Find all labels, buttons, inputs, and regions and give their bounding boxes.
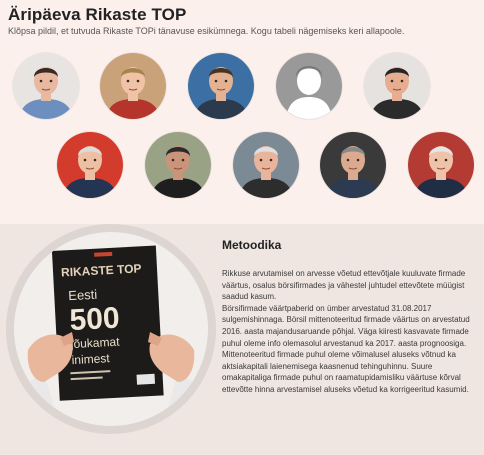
person-placeholder-icon	[276, 53, 342, 119]
magazine-line3: inimest	[71, 351, 110, 367]
methodology-section: RIKASTE TOP Eesti 500 jõukamat inimest M…	[0, 224, 484, 455]
avatar-9[interactable]	[320, 132, 386, 198]
avatar-1[interactable]	[13, 53, 79, 119]
person-photo-icon	[13, 53, 79, 119]
person-photo-icon	[408, 132, 474, 198]
methodology-title: Metoodika	[222, 238, 282, 252]
magazine-image: RIKASTE TOP Eesti 500 jõukamat inimest	[6, 224, 216, 434]
magazine-number: 500	[69, 302, 121, 338]
magazine-line1: Eesti	[68, 287, 98, 303]
person-photo-icon	[57, 132, 123, 198]
avatar-8[interactable]	[233, 132, 299, 198]
top-section: Äripäeva Rikaste TOP Klõpsa pildil, et t…	[0, 0, 484, 224]
methodology-text: Rikkuse arvutamisel on arvesse võetud et…	[222, 268, 476, 396]
methodology-paragraph: Rikkuse arvutamisel on arvesse võetud et…	[222, 269, 466, 302]
avatar-4[interactable]	[276, 53, 342, 119]
person-photo-icon	[233, 132, 299, 198]
avatar-7[interactable]	[145, 132, 211, 198]
person-photo-icon	[188, 53, 254, 119]
avatar-10[interactable]	[408, 132, 474, 198]
page-title: Äripäeva Rikaste TOP	[8, 5, 187, 24]
avatar-5[interactable]	[364, 53, 430, 119]
avatar-6[interactable]	[57, 132, 123, 198]
methodology-paragraph: Mittenoteeritud firmade puhul oleme võim…	[222, 350, 469, 394]
methodology-paragraph: Börsifirmade väärtpaberid on ümber arves…	[222, 303, 470, 348]
person-photo-icon	[100, 53, 166, 119]
magazine-line2: jõukamat	[69, 335, 120, 352]
page-subtitle: Klõpsa pildil, et tutvuda Rikaste TOPi t…	[8, 26, 405, 36]
person-photo-icon	[364, 53, 430, 119]
person-photo-icon	[145, 132, 211, 198]
avatar-3[interactable]	[188, 53, 254, 119]
avatar-2[interactable]	[100, 53, 166, 119]
person-photo-icon	[320, 132, 386, 198]
magazine-in-hands-icon: RIKASTE TOP Eesti 500 jõukamat inimest	[14, 245, 208, 426]
